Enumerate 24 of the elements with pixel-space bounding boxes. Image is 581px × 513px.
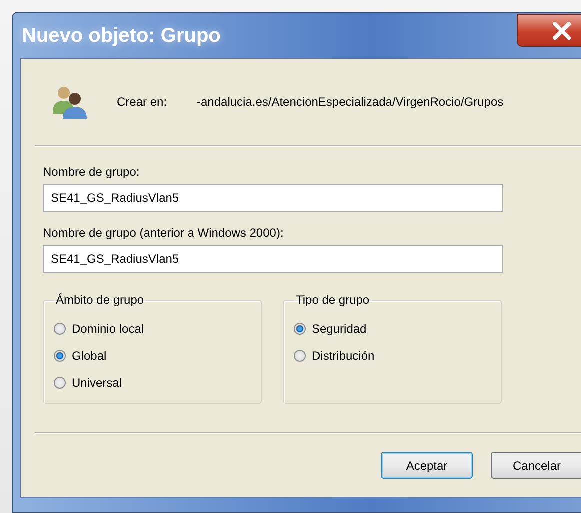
- input-field[interactable]: SE41_GS_RadiusVlan5: [43, 245, 503, 273]
- dialog-button[interactable]: Cancelar: [491, 452, 581, 479]
- radio-label[interactable]: Universal: [72, 376, 122, 390]
- location-path: -andalucia.es/AtencionEspecializada/VirgenRocio/Grupos: [197, 95, 504, 109]
- radio-button[interactable]: [54, 322, 66, 334]
- close-button[interactable]: [517, 14, 581, 47]
- radio-label[interactable]: Global: [72, 348, 107, 362]
- radio-label[interactable]: Dominio local: [72, 322, 144, 336]
- window-title: Nuevo objeto: Grupo: [22, 25, 221, 48]
- radio-label[interactable]: Seguridad: [312, 322, 367, 336]
- close-icon: [552, 22, 572, 40]
- field-label: Nombre de grupo (anterior a Windows 2000):: [43, 226, 285, 240]
- location-label: Crear en:: [117, 95, 168, 109]
- dialog-button[interactable]: Aceptar: [381, 452, 473, 479]
- radio-button[interactable]: [54, 350, 66, 362]
- group-title: Tipo de grupo: [295, 293, 371, 307]
- radio-label[interactable]: Distribución: [312, 348, 375, 362]
- radio-button[interactable]: [294, 350, 306, 362]
- field-label: Nombre de grupo:: [43, 165, 141, 179]
- input-field[interactable]: SE41_GS_RadiusVlan5: [43, 184, 503, 212]
- radio-button[interactable]: [294, 322, 306, 334]
- users-icon: [51, 84, 89, 120]
- group-title: Ámbito de grupo: [55, 293, 146, 307]
- radio-button[interactable]: [54, 376, 66, 388]
